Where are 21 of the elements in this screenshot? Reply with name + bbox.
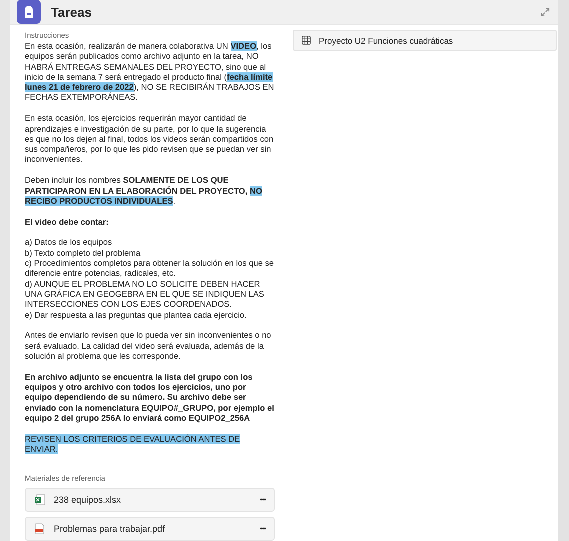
file-name: 238 equipos.xlsx	[54, 495, 122, 506]
rubric-card[interactable]: Proyecto U2 Funciones cuadráticas	[293, 30, 557, 51]
spreadsheet-file-icon	[34, 494, 46, 506]
instruction-paragraph: Antes de enviarlo revisen que lo pueda ver sin inconvenientes o no será evaluado. La calidad del video será evaluada, además de la solución al problema que les corresponde.	[25, 330, 272, 362]
list-item: a) Datos de los equipos	[25, 237, 114, 248]
instruction-paragraph: En esta ocasión, los ejercicios requerirán mayor cantidad de aprendizajes e investigación de su parte, por lo que la sugerencia es que no los dejen al final, todos los videos serán compartidos con sus compañeros, por lo que les pido revisen que se puedan ver sin inconvenientes.	[25, 113, 275, 165]
instruction-paragraph: REVISEN LOS CRITERIOS DE EVALUACIÓN ANTES DE ENVIAR.	[25, 434, 242, 454]
list-item: d) AUNQUE EL PROBLEMA NO LO SOLICITE DEBEN HACER UNA GRÁFICA EN GEOGEBRA EN EL QUE SE INDIQUEN LAS INTERSECCIONES CON LOS EJES COORDENADOS.	[25, 278, 266, 310]
list-item: c) Procedimientos completos para obtener la solución en los que se diferencie entre potencias, radicales, etc.	[25, 258, 275, 279]
grid-icon	[302, 36, 311, 45]
expand-icon[interactable]	[541, 8, 550, 16]
list-item: b) Texto completo del problema	[25, 248, 142, 258]
instruction-paragraph: En archivo adjunto se encuentra la lista del grupo con los equipos y otro archivo con todos los ejercicios, uno por equipo dependiendo de su número. Su archivo debe ser enviado con la nomenclatura EQUIPO#_GRUPO, por ejemplo el equipo 2 del grupo 256A lo enviará como EQUIPO2_256A	[25, 372, 275, 424]
scrollbar[interactable]	[558, 0, 569, 541]
instruction-paragraph: En esta ocasión, realizarán de manera colaborativa UN VIDEO, los equipos serán publicados como archivo adjunto en la tarea, NO HABRÁ ENTREGAS SEMANALES DEL PROYECTO, sino que al inicio de la semana 7 será entregado el producto final (fecha límite lunes 21 de febrero de 2022), NO SE RECIBIRÁN TRABAJOS EN FECHAS EXTEMPORÁNEAS.	[25, 41, 275, 103]
file-name: Problemas para trabajar.pdf	[54, 524, 166, 534]
instruction-paragraph: El video debe contar:	[25, 216, 110, 227]
rubric-name: Proyecto U2 Funciones cuadráticas	[319, 36, 454, 46]
pdf-file-icon	[34, 523, 46, 536]
page-title: Tareas	[51, 4, 93, 20]
list-item: e) Dar respuesta a las preguntas que plantea cada ejercicio.	[25, 310, 248, 320]
